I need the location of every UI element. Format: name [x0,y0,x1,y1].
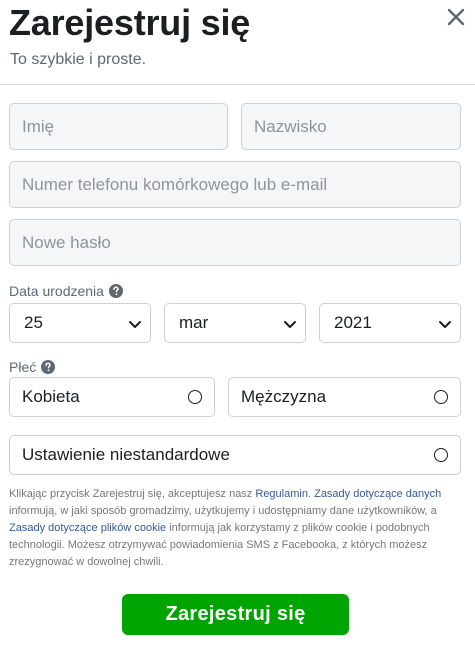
chevron-down-icon [438,316,452,336]
close-icon[interactable] [441,4,469,32]
terms-link[interactable]: Regulamin [255,488,308,500]
new-password-input[interactable] [9,219,461,266]
gender-label-text: Płeć [9,359,37,375]
birthday-month-value: mar [179,313,209,332]
gender-option-male[interactable]: Mężczyzna [228,377,461,417]
gender-option-label: Kobieta [22,387,80,406]
cookie-policy-link[interactable]: Zasady dotyczące plików cookie [9,522,166,534]
first-name-input[interactable] [9,103,228,150]
radio-button[interactable] [434,448,448,462]
birthday-label: Data urodzenia [9,283,123,299]
birthday-month-select[interactable]: mar [164,303,306,343]
terms-text: Klikając przycisk Zarejestruj się, akcep… [9,486,464,571]
gender-option-custom[interactable]: Ustawienie niestandardowe [9,435,461,475]
question-circle-icon[interactable] [108,284,123,298]
question-circle-icon[interactable] [41,360,56,374]
gender-option-label: Ustawienie niestandardowe [22,445,230,464]
data-policy-link[interactable]: Zasady dotyczące danych [314,488,441,500]
birthday-day-select[interactable]: 25 [9,303,151,343]
birthday-day-value: 25 [24,313,43,332]
terms-text-part: Klikając przycisk Zarejestruj się, akcep… [9,488,256,500]
terms-text-part: informują, w jaki sposób gromadzimy, uży… [9,505,437,517]
radio-button[interactable] [434,390,448,404]
contact-input[interactable] [9,161,461,208]
chevron-down-icon [283,316,297,336]
birthday-label-text: Data urodzenia [9,283,104,299]
dialog-title: Zarejestruj się [9,2,251,43]
birthday-year-select[interactable]: 2021 [319,303,461,343]
radio-button[interactable] [188,390,202,404]
dialog-subtitle: To szybkie i proste. [10,51,147,68]
chevron-down-icon [128,316,142,336]
gender-option-female[interactable]: Kobieta [9,377,215,417]
dialog-header: Zarejestruj się To szybkie i proste. [0,0,475,85]
gender-option-label: Mężczyzna [241,387,327,406]
birthday-year-value: 2021 [334,313,372,332]
signup-button[interactable]: Zarejestruj się [122,594,349,635]
gender-label: Płeć [9,359,56,375]
last-name-input[interactable] [241,103,461,150]
